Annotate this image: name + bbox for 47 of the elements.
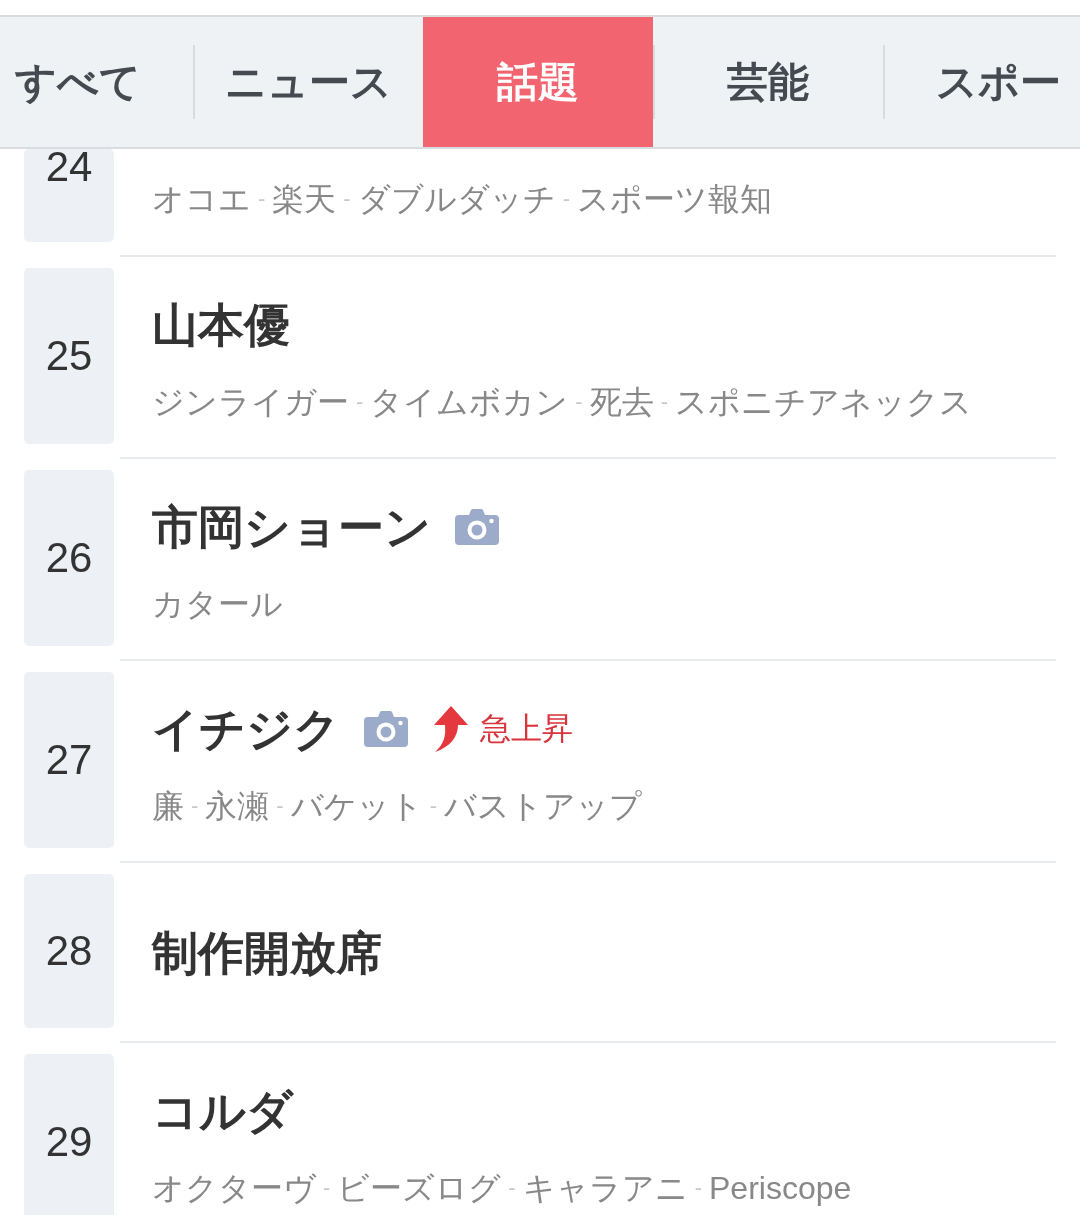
rising-label: 急上昇 (480, 710, 573, 748)
rank-number: 24 (24, 149, 114, 242)
keyword-link[interactable]: ビーズログ (337, 1172, 502, 1204)
separator-text: - (429, 792, 437, 820)
trend-title[interactable]: 山本優 (152, 297, 290, 353)
keyword-link[interactable]: 死去 (589, 386, 654, 418)
category-tab[interactable]: 芸能 (653, 17, 883, 147)
trend-title[interactable]: イチジク (152, 701, 340, 757)
rank-number: 28 (24, 874, 114, 1028)
separator-text: - (694, 1174, 702, 1202)
keyword-link[interactable]: スポニチアネックス (675, 386, 972, 418)
separator-text: - (323, 1174, 331, 1202)
keyword-link[interactable]: キャラアニ (522, 1172, 688, 1204)
rank-number: 29 (24, 1054, 114, 1215)
rank-number: 27 (24, 672, 114, 848)
category-tab[interactable]: すべて (0, 17, 193, 147)
keyword-link[interactable]: ジンライガー (152, 386, 349, 418)
keyword-link[interactable]: Periscope (709, 1172, 852, 1204)
keyword-link[interactable]: オコエ (152, 183, 251, 215)
keyword-link[interactable]: 永瀬 (205, 790, 270, 822)
keyword-link[interactable]: スポーツ報知 (577, 183, 772, 215)
separator-text: - (562, 185, 570, 213)
keyword-link[interactable]: ダブルダッチ (357, 183, 556, 215)
keyword-link[interactable]: バケット (290, 790, 423, 822)
rank-number: 25 (24, 268, 114, 444)
separator-text: - (191, 792, 199, 820)
keyword-link[interactable]: バストアップ (444, 790, 642, 822)
keyword-link[interactable]: 楽天 (272, 183, 337, 215)
rank-number: 26 (24, 470, 114, 646)
separator-text: - (660, 388, 668, 416)
trend-title[interactable]: 制作開放席 (152, 925, 382, 981)
trend-title[interactable]: コルダ (152, 1083, 293, 1139)
separator-text: - (356, 388, 364, 416)
category-tab[interactable]: 話題 (423, 17, 653, 147)
separator-text: - (276, 792, 284, 820)
keyword-link[interactable]: 廉 (152, 790, 184, 822)
category-tab[interactable]: ニュース (193, 17, 423, 147)
keyword-link[interactable]: オクターヴ (152, 1172, 316, 1204)
keyword-link[interactable]: カタール (152, 588, 283, 620)
separator-text: - (258, 185, 266, 213)
keyword-link[interactable]: タイムボカン (370, 386, 569, 418)
separator-text: - (575, 388, 583, 416)
separator-text: - (343, 185, 351, 213)
category-tab[interactable]: スポー (883, 17, 1080, 147)
up-arrow-icon (432, 706, 468, 752)
trend-title[interactable]: 市岡ショーン (152, 499, 431, 555)
separator-text: - (508, 1174, 516, 1202)
